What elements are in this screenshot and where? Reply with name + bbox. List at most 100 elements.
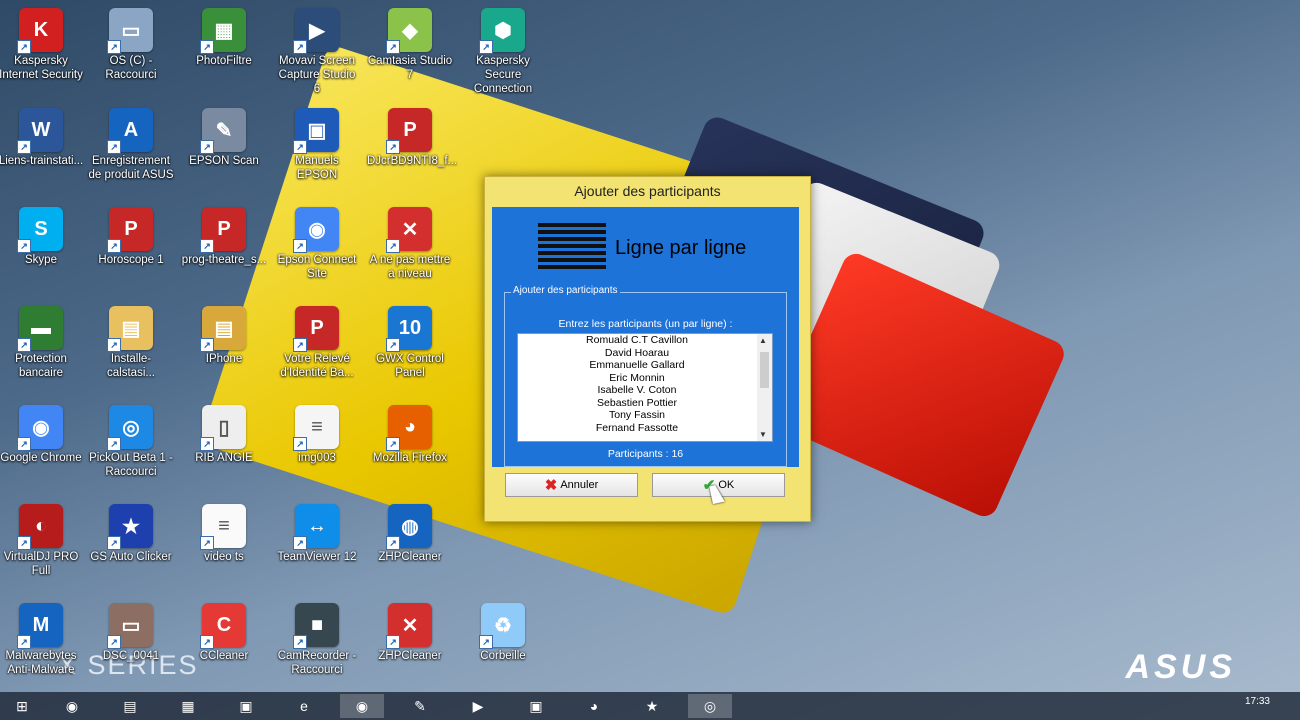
desktop-icon-label: GS Auto Clicker — [90, 551, 172, 563]
desktop-icon[interactable]: ◍ ↗ ZHPCleaner — [367, 500, 453, 592]
desktop-icon[interactable]: ▬ ↗ Protection bancaire — [0, 302, 84, 394]
shortcut-arrow-icon: ↗ — [200, 140, 214, 154]
scroll-down-icon[interactable]: ▼ — [759, 430, 767, 439]
chrome-icon: ◉ ↗ — [17, 405, 63, 451]
desktop-icon[interactable]: ▣ ↗ Manuels EPSON — [274, 104, 360, 196]
taskbar-button[interactable]: ◉ — [50, 694, 94, 718]
star-icon: ★ — [645, 697, 659, 714]
desktop-icon-label: Horoscope 1 — [98, 254, 164, 266]
cross-icon: ✖ — [544, 477, 558, 494]
desktop-icon[interactable]: ✕ ↗ ZHPCleaner — [367, 599, 453, 691]
teamviewer-icon: ↔ ↗ — [293, 504, 339, 550]
document-icon: ▯ ↗ — [200, 405, 246, 451]
asus-register-icon: A ↗ — [107, 108, 153, 154]
participant-line: Fernand Fassotte — [595, 421, 679, 434]
zhpcleaner-icon: ◍ ↗ — [386, 504, 432, 550]
desktop-icon[interactable]: ◎ ↗ PickOut Beta 1 - Raccourci — [88, 401, 174, 493]
desktop-icon[interactable]: ✕ ↗ A ne pas mettre a niveau — [367, 203, 453, 295]
taskbar-button[interactable]: ◕ — [572, 694, 616, 718]
list-lines-icon — [538, 223, 606, 275]
taskbar-button[interactable]: ◎ — [688, 694, 732, 718]
desktop-icon[interactable]: M ↗ Malwarebytes Anti-Malware — [0, 599, 84, 691]
desktop-icon[interactable]: ≡ ↗ video ts — [181, 500, 267, 592]
shortcut-arrow-icon: ↗ — [479, 635, 493, 649]
textarea-scrollbar[interactable]: ▲ ▼ — [757, 334, 772, 441]
scroll-up-icon[interactable]: ▲ — [759, 336, 767, 345]
desktop-icon[interactable]: ◉ ↗ Google Chrome — [0, 401, 84, 493]
desktop-icon[interactable]: ◆ ↗ Camtasia Studio 7 — [367, 4, 453, 96]
taskbar-button[interactable]: ▣ — [224, 694, 268, 718]
folder-icon: ▤ ↗ — [107, 306, 153, 352]
taskbar-clock[interactable]: 17:33 — [1245, 696, 1270, 707]
desktop-icon-label: video ts — [204, 551, 244, 563]
desktop-icon-label: Enregistrement de produit ASUS — [88, 155, 174, 181]
desktop-icon[interactable]: ▯ ↗ RIB ANGIE — [181, 401, 267, 493]
taskbar-button[interactable]: ▣ — [514, 694, 558, 718]
desktop-icon[interactable]: C ↗ CCleaner — [181, 599, 267, 691]
taskbar-button[interactable]: ★ — [630, 694, 674, 718]
cancel-button[interactable]: ✖ Annuler — [505, 473, 638, 497]
desktop-icon[interactable]: ■ ↗ CamRecorder - Raccourci — [274, 599, 360, 691]
participant-line: David Hoarau — [604, 346, 670, 359]
desktop-icon[interactable]: P ↗ DJcrBD9NTI8_f... — [367, 104, 457, 196]
desktop-icon[interactable]: ▤ ↗ Installe-calstasi... — [88, 302, 174, 394]
desktop-icon[interactable]: P ↗ prog-theatre_s... — [181, 203, 267, 295]
participant-line: Sebastien Pottier — [597, 396, 677, 409]
shortcut-arrow-icon: ↗ — [200, 536, 214, 550]
desktop-icon-label: Movavi Screen Capture Studio 6 — [278, 55, 356, 95]
shortcut-arrow-icon: ↗ — [17, 40, 31, 54]
mode-heading: Ligne par ligne — [615, 237, 747, 259]
taskbar-button[interactable]: ✎ — [398, 694, 442, 718]
taskbar-button[interactable]: ▤ — [108, 694, 152, 718]
desktop-icon-label: EPSON Scan — [189, 155, 259, 167]
scrollbar-thumb[interactable] — [760, 352, 769, 388]
desktop-icon[interactable]: ◕ ↗ Mozilla Firefox — [367, 401, 453, 493]
desktop-icon[interactable]: P ↗ Votre Relevé d'Identité Ba... — [274, 302, 360, 394]
desktop-icon[interactable]: 10 ↗ GWX Control Panel — [367, 302, 453, 394]
desktop-icon[interactable]: A ↗ Enregistrement de produit ASUS — [88, 104, 174, 196]
taskbar-button[interactable]: ◉ — [340, 694, 384, 718]
shortcut-arrow-icon: ↗ — [17, 635, 31, 649]
desktop-icon[interactable]: K ↗ Kaspersky Internet Security — [0, 4, 84, 96]
desktop-icon-label: PickOut Beta 1 - Raccourci — [89, 452, 173, 478]
desktop-icon[interactable]: ⬢ ↗ Kaspersky Secure Connection — [460, 4, 546, 96]
text-file-icon: ≡ ↗ — [200, 504, 246, 550]
folder-icon: ▤ ↗ — [200, 306, 246, 352]
desktop-icon-label: OS (C) - Raccourci — [105, 55, 157, 81]
shortcut-arrow-icon: ↗ — [107, 536, 121, 550]
desktop-icon[interactable]: ♻ ↗ Corbeille — [460, 599, 546, 691]
desktop-icon[interactable]: ▭ ↗ DSC_0041 — [88, 599, 174, 691]
desktop-icon[interactable]: ▦ ↗ PhotoFiltre — [181, 4, 267, 96]
participants-prompt: Entrez les participants (un par ligne) : — [558, 318, 733, 330]
dialog-title: Ajouter des participants — [574, 183, 721, 199]
camcorder-icon: ■ ↗ — [293, 603, 339, 649]
pdf-file-icon: P ↗ — [107, 207, 153, 253]
desktop-icon-label: PhotoFiltre — [196, 55, 252, 67]
shortcut-arrow-icon: ↗ — [386, 140, 400, 154]
participant-line: Tony Fassin — [608, 409, 666, 421]
skype-icon: S ↗ — [17, 207, 63, 253]
desktop-icon[interactable]: ◉ ↗ Epson Connect Site — [274, 203, 360, 295]
desktop-icon[interactable]: S ↗ Skype — [0, 203, 84, 295]
desktop-icon[interactable]: ▶ ↗ Movavi Screen Capture Studio 6 — [274, 4, 360, 96]
desktop-icon[interactable]: ★ ↗ GS Auto Clicker — [88, 500, 174, 592]
desktop-icon[interactable]: ↔ ↗ TeamViewer 12 — [274, 500, 360, 592]
desktop-icon[interactable]: ✎ ↗ EPSON Scan — [181, 104, 267, 196]
taskbar-button[interactable]: e — [282, 694, 326, 718]
desktop-icon[interactable]: ▤ ↗ IPhone — [181, 302, 267, 394]
desktop-icon[interactable]: ▭ ↗ OS (C) - Raccourci — [88, 4, 174, 96]
dialog-body: Ligne par ligne Ajouter des participants… — [492, 207, 799, 467]
participants-textarea[interactable]: Romuald C.T Cavillon David Hoarau Emmanuel… — [517, 333, 773, 442]
desktop-icon[interactable]: P ↗ Horoscope 1 — [88, 203, 174, 295]
taskbar-button[interactable]: ▶ — [456, 694, 500, 718]
chrome-icon: ◉ — [355, 697, 369, 714]
taskbar-button[interactable]: ⊞ — [0, 694, 44, 718]
desktop-icon[interactable]: ◐ ↗ VirtualDJ PRO Full — [0, 500, 84, 592]
pdf-file-icon: P ↗ — [386, 108, 432, 154]
desktop-icon[interactable]: W ↗ Liens-trainstati... — [0, 104, 84, 196]
add-participants-dialog: Ajouter des participants Ligne par ligne… — [484, 176, 811, 522]
virtualdj-icon: ◐ ↗ — [17, 504, 63, 550]
gwx-icon: 10 ↗ — [386, 306, 432, 352]
taskbar-button[interactable]: ▦ — [166, 694, 210, 718]
desktop-icon[interactable]: ≡ ↗ img003 — [274, 401, 360, 493]
